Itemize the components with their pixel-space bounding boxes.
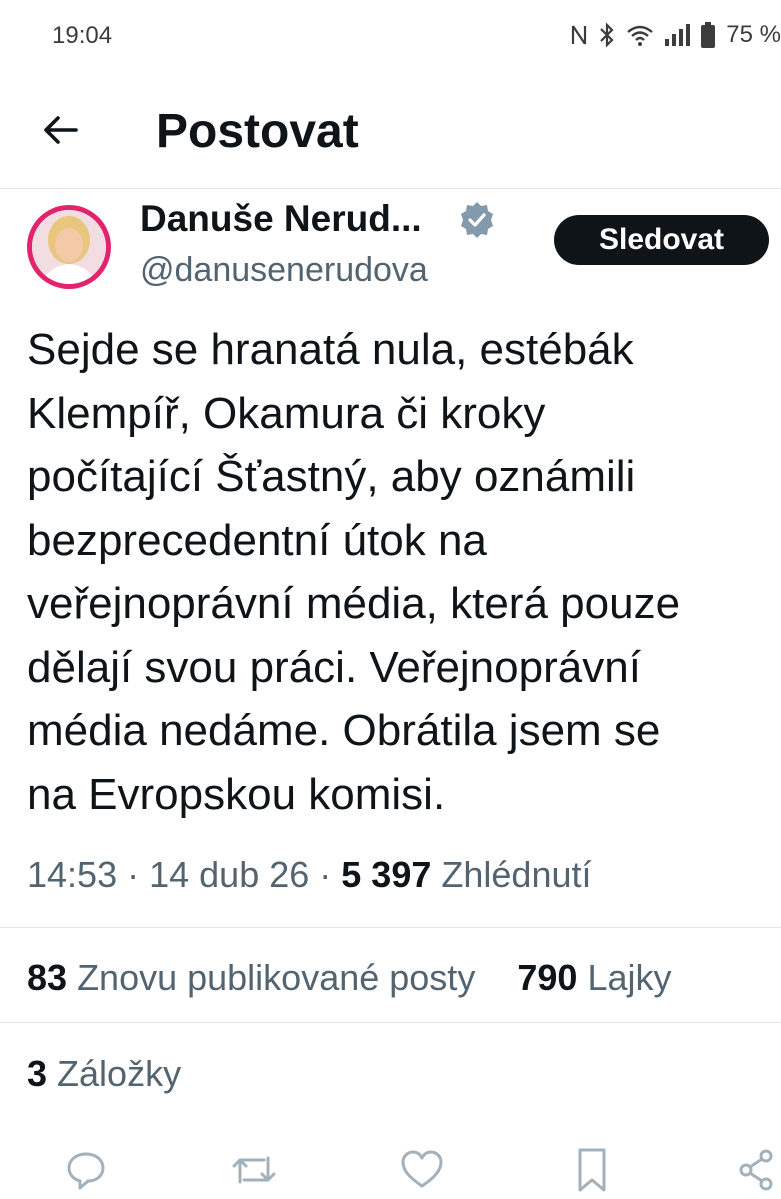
reposts-count: 83 [27,957,68,998]
share-button[interactable] [730,1146,781,1198]
views-count: 5 397 [341,854,432,895]
battery-percent: 75 % [726,21,781,48]
bookmarks-label: Záložky [57,1053,182,1094]
bookmark-button[interactable] [566,1146,618,1198]
post-text-line: počítající Šťastný, aby oznámili [27,452,636,501]
post-text-line: média nedáme. Obrátila jsem se [27,706,661,755]
post-text-line: na Evropskou komisi. [27,769,446,819]
engagement-stats: 83 Znovu publikované posty 790 Lajky [27,957,671,999]
author-name[interactable]: Danuše Nerud... [140,198,422,240]
reposts-stat[interactable]: 83 Znovu publikované posty [27,957,475,998]
bookmark-icon [572,1146,612,1199]
post-text: Sejde se hranatá nula, estébák Klempíř, … [27,318,781,826]
nfc-icon [570,23,588,47]
arrow-left-icon [40,110,80,155]
battery-icon [700,21,716,49]
like-icon [399,1148,445,1197]
post-text-line: veřejnoprávní média, která pouze [27,579,681,628]
meta-divider [0,927,781,928]
header-divider [0,188,781,189]
status-time: 19:04 [52,22,113,49]
stats-divider [0,1022,781,1023]
bookmarks-count: 3 [27,1053,48,1094]
likes-label: Lajky [587,957,672,998]
verified-badge-icon [457,200,497,240]
post-text-line: Sejde se hranatá nula, estébák [27,325,634,374]
like-button[interactable] [396,1146,448,1198]
post-time[interactable]: 14:53 [27,854,117,895]
status-icons: 75 % [570,20,781,50]
post-date[interactable]: 14 dub 26 [149,854,309,895]
post-meta: 14:53 · 14 dub 26 · 5 397 Zhlédnutí [27,854,592,896]
wifi-icon [626,23,654,47]
follow-button[interactable]: Sledovat [554,215,769,265]
reposts-label: Znovu publikované posty [77,957,476,998]
reply-icon [64,1148,108,1197]
post-text-line: dělají svou práci. Veřejnoprávní [27,642,641,692]
likes-stat[interactable]: 790 Lajky [517,957,671,998]
share-icon [730,1148,781,1197]
meta-separator: · [319,854,342,895]
bookmarks-stat[interactable]: 3 Záložky [27,1053,181,1095]
post-text-line: bezprecedentní útok na [27,515,487,565]
likes-count: 790 [517,957,578,998]
repost-button[interactable] [228,1146,280,1198]
repost-icon [230,1148,278,1197]
avatar-photo [32,210,106,284]
meta-separator: · [127,854,150,895]
author-handle[interactable]: @danusenerudova [140,251,428,290]
reply-button[interactable] [60,1146,112,1198]
bluetooth-icon [598,22,616,48]
views-label: Zhlédnutí [441,854,592,895]
signal-icon [664,23,691,47]
back-button[interactable] [36,108,84,156]
avatar[interactable] [27,205,111,289]
post-text-line: Klempíř, Okamura či kroky [27,388,546,438]
page-title: Postovat [156,105,359,158]
